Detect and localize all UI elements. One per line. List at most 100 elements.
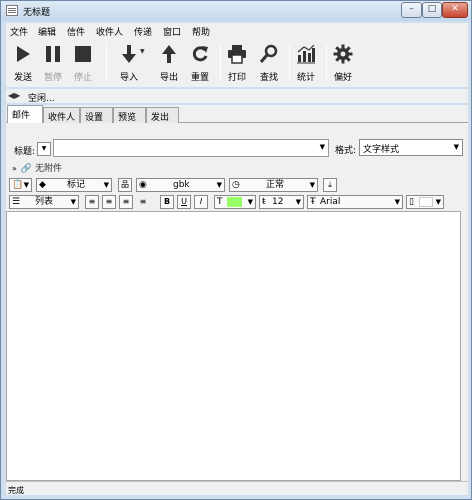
page-color-dropdown[interactable]: ▯ ▼ <box>406 195 444 209</box>
menu-window[interactable]: 窗口 <box>163 25 181 38</box>
stop-label: 停止 <box>73 73 92 83</box>
text-color-dropdown[interactable]: T ▼ <box>214 195 256 209</box>
text-color-label: T <box>217 197 223 207</box>
charset-dropdown[interactable]: ◉ gbk ▼ <box>136 178 225 192</box>
tab-settings[interactable]: 设置 <box>80 107 113 123</box>
sitemap-icon[interactable]: 品 <box>118 178 132 192</box>
magnifier-icon <box>259 44 278 63</box>
status-text: 完成 <box>8 486 24 495</box>
globe-icon: ◉ <box>139 180 147 190</box>
page-icon: ▯ <box>409 197 414 207</box>
send-button[interactable]: 发送 <box>8 41 38 84</box>
preferences-button[interactable]: 偏好 <box>328 41 358 84</box>
reset-label: 重置 <box>190 73 209 83</box>
export-button[interactable]: 导出 <box>154 41 184 84</box>
activity-row: ◀▶ 空闲... <box>6 89 468 104</box>
app-window: 无标题 – □ ✕ 文件 编辑 信件 收件人 传递 窗口 帮助 发送 暂停 停止 <box>0 0 472 500</box>
refresh-icon <box>192 46 208 62</box>
maximize-button[interactable]: □ <box>422 2 442 18</box>
message-body-editor[interactable] <box>6 211 461 481</box>
pause-button[interactable]: 暂停 <box>38 41 68 84</box>
underline-button[interactable]: U <box>177 195 191 209</box>
attachments-row: » 🔗 无附件 <box>12 161 62 174</box>
message-header-form: 标题: ▼ ▼ 格式: 文字样式 ▼ »🔗 无附件 📋▼ ◆ 标记 ▼ 品 <box>6 123 468 211</box>
vertical-scrollbar[interactable] <box>461 211 468 481</box>
subject-label: 标题: <box>14 147 36 157</box>
import-dropdown-arrow-icon[interactable]: ▼ <box>140 48 145 55</box>
align-right-icon[interactable]: ≡ <box>119 195 133 209</box>
tab-message[interactable]: 邮件 <box>7 105 43 124</box>
tab-bar: 邮件 收件人 设置 预览 发出 <box>6 105 468 124</box>
format-label: 格式: <box>335 146 357 156</box>
status-bar: 完成 <box>6 481 468 495</box>
toolbar-separator <box>289 43 290 81</box>
subject-prefix-dropdown[interactable]: ▼ <box>37 142 51 156</box>
minimize-button[interactable]: – <box>401 2 422 18</box>
send-label: 发送 <box>13 73 32 83</box>
menu-edit[interactable]: 编辑 <box>38 25 56 38</box>
preferences-label: 偏好 <box>333 73 352 83</box>
clock-icon: ◷ <box>232 180 240 190</box>
format-select[interactable]: 文字样式 ▼ <box>359 139 463 156</box>
menu-help[interactable]: 帮助 <box>192 25 210 38</box>
list-dropdown[interactable]: ☰ 列表 ▼ <box>9 195 79 209</box>
font-size-value: 12 <box>272 197 284 207</box>
close-button[interactable]: ✕ <box>442 2 468 18</box>
print-label: 打印 <box>227 73 246 83</box>
download-arrow-icon <box>122 45 136 63</box>
reset-button[interactable]: 重置 <box>185 41 215 84</box>
app-icon <box>6 5 18 16</box>
toolbar-separator <box>326 43 327 81</box>
chevron-down-icon: ▼ <box>247 198 253 206</box>
color-swatch <box>419 197 433 207</box>
menu-deliver[interactable]: 传递 <box>134 25 152 38</box>
expand-chevrons-icon[interactable]: » <box>12 164 17 173</box>
download-box-icon[interactable]: ⤓ <box>323 178 337 192</box>
bold-button[interactable]: B <box>160 195 174 209</box>
title-bar: 无标题 – □ ✕ <box>1 1 471 21</box>
paperclip-icon: 🔗 <box>20 164 33 174</box>
format-value: 文字样式 <box>363 145 400 155</box>
align-left-icon[interactable]: ≡ <box>85 195 99 209</box>
play-icon <box>17 46 30 62</box>
tab-recipients[interactable]: 收件人 <box>43 107 80 123</box>
font-size-icon: ŧ <box>262 197 266 207</box>
chevron-down-icon: ▼ <box>70 198 76 206</box>
gear-icon <box>333 44 353 64</box>
stop-button[interactable]: 停止 <box>68 41 98 84</box>
italic-button[interactable]: I <box>194 195 208 209</box>
font-name-dropdown[interactable]: Ŧ Arial ▼ <box>307 195 403 209</box>
upload-arrow-icon <box>162 45 176 63</box>
print-button[interactable]: 打印 <box>222 41 252 84</box>
font-size-dropdown[interactable]: ŧ 12 ▼ <box>259 195 304 209</box>
tab-outgoing[interactable]: 发出 <box>146 107 179 123</box>
menu-recipients[interactable]: 收件人 <box>96 25 123 38</box>
find-label: 查找 <box>259 73 278 83</box>
menu-message[interactable]: 信件 <box>67 25 85 38</box>
menu-bar: 文件 编辑 信件 收件人 传递 窗口 帮助 <box>6 23 468 39</box>
activity-toggle-arrows-icon[interactable]: ◀▶ <box>8 91 20 100</box>
align-center-icon[interactable]: ≡ <box>102 195 116 209</box>
mark-dropdown[interactable]: ◆ 标记 ▼ <box>36 178 112 192</box>
pause-label: 暂停 <box>43 73 62 83</box>
export-label: 导出 <box>159 73 178 83</box>
stop-icon <box>75 46 91 62</box>
list-icon: ☰ <box>12 197 21 207</box>
list-label: 列表 <box>35 197 54 207</box>
tab-preview[interactable]: 预览 <box>113 107 146 123</box>
priority-dropdown[interactable]: ◷ 正常 ▼ <box>229 178 318 192</box>
charset-value: gbk <box>173 180 190 190</box>
chevron-down-icon[interactable]: ▼ <box>320 143 325 151</box>
chevron-down-icon: ▼ <box>394 198 400 206</box>
find-button[interactable]: 查找 <box>254 41 284 84</box>
subject-input[interactable]: ▼ <box>53 139 329 157</box>
font-name-value: Arial <box>320 197 341 207</box>
statistics-button[interactable]: 统计 <box>291 41 321 84</box>
menu-file[interactable]: 文件 <box>10 25 28 38</box>
chevron-down-icon: ▼ <box>309 181 315 189</box>
bar-chart-icon <box>297 44 315 64</box>
clipboard-dropdown[interactable]: 📋 ▼ <box>9 178 32 192</box>
color-swatch <box>227 197 242 207</box>
printer-icon <box>228 45 246 64</box>
align-justify-icon[interactable]: ≡ <box>136 195 150 209</box>
